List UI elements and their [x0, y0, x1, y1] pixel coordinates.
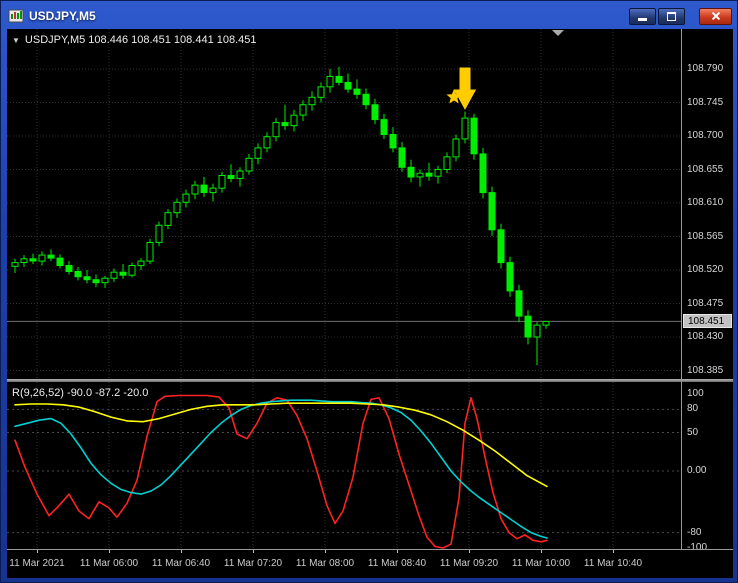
- time-axis-tick: [37, 550, 38, 553]
- indicator-axis-label: -80: [687, 527, 702, 538]
- indicator-label: R(9,26,52) -90.0 -87.2 -20.0: [12, 387, 149, 399]
- time-axis-tick: [469, 550, 470, 553]
- price-axis-label: 108.430: [687, 331, 724, 342]
- price-axis-label: 108.790: [687, 63, 724, 74]
- price-axis-label: 108.565: [687, 231, 724, 242]
- time-axis-tick: [109, 550, 110, 553]
- chart-client-area: ▼ USDJPY,M5 108.446 108.451 108.441 108.…: [7, 29, 733, 578]
- symbol-ohlc-text: USDJPY,M5 108.446 108.451 108.441 108.45…: [24, 34, 257, 46]
- titlebar[interactable]: USDJPY,M5: [4, 4, 734, 28]
- close-button[interactable]: [699, 7, 732, 25]
- time-axis-label: 11 Mar 08:40: [367, 558, 427, 569]
- price-axis-label: 108.700: [687, 130, 724, 141]
- indicator-axis-label: 50: [687, 427, 699, 438]
- indicator-axis-label: 100: [687, 388, 704, 399]
- indicator-axis-label: 80: [687, 403, 699, 414]
- chart-window: USDJPY,M5 ▼ USDJPY,M5 108.446 108.451 10…: [0, 0, 738, 583]
- time-axis-tick: [613, 550, 614, 553]
- time-axis-label: 11 Mar 06:00: [79, 558, 139, 569]
- time-axis[interactable]: 11 Mar 2021 11 Mar 06:00 11 Mar 06:40 11 Ma…: [7, 549, 733, 578]
- price-axis-label: 108.610: [687, 197, 724, 208]
- maximize-icon: [667, 11, 676, 21]
- close-icon: [711, 11, 721, 21]
- time-axis-label: 11 Mar 09:20: [439, 558, 499, 569]
- time-axis-tick: [397, 550, 398, 553]
- maximize-button[interactable]: [658, 7, 685, 25]
- window-controls: [627, 7, 734, 25]
- time-axis-tick: [325, 550, 326, 553]
- time-axis-label: 11 Mar 08:00: [295, 558, 355, 569]
- symbol-marker-icon: ▼: [12, 35, 20, 45]
- time-axis-label: 11 Mar 06:40: [151, 558, 211, 569]
- time-axis-label: 11 Mar 10:40: [583, 558, 643, 569]
- time-axis-label: 11 Mar 2021: [9, 558, 65, 569]
- time-axis-tick: [181, 550, 182, 553]
- bid-price-box: 108.451: [683, 314, 732, 328]
- time-axis-tick: [253, 550, 254, 553]
- price-axis-label: 108.745: [687, 97, 724, 108]
- candlestick-chart[interactable]: [7, 29, 681, 379]
- time-axis-label: 11 Mar 07:20: [223, 558, 283, 569]
- price-axis-label: 108.475: [687, 298, 724, 309]
- time-axis-label: 11 Mar 10:00: [511, 558, 571, 569]
- price-axis-label: 108.520: [687, 264, 724, 275]
- price-axis[interactable]: 108.451 108.790 108.745 108.700 108.655 108.…: [681, 29, 733, 553]
- minimize-button[interactable]: [629, 7, 656, 25]
- indicator-axis-label: 0.00: [687, 465, 707, 476]
- price-axis-label: 108.385: [687, 365, 724, 376]
- chart-icon: [8, 8, 24, 24]
- symbol-info-label: ▼ USDJPY,M5 108.446 108.451 108.441 108.…: [12, 34, 257, 46]
- time-axis-tick: [541, 550, 542, 553]
- indicator-panel[interactable]: [7, 382, 681, 549]
- window-title: USDJPY,M5: [29, 9, 96, 23]
- price-axis-label: 108.655: [687, 164, 724, 175]
- minimize-icon: [638, 18, 647, 21]
